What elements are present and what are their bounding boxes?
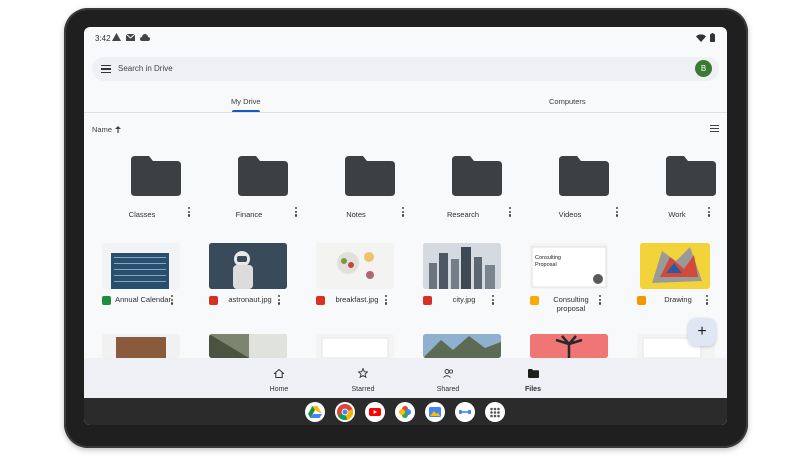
folder-name: Notes: [346, 210, 366, 219]
folder-tile[interactable]: Research: [423, 156, 523, 236]
active-tab-indicator: [232, 110, 260, 112]
more-options-icon[interactable]: [708, 207, 711, 217]
bottom-navigation: Home Starred Shared Files: [84, 358, 727, 398]
folder-name: Finance: [235, 210, 263, 219]
file-name: Consulting proposal: [553, 295, 589, 313]
more-options-icon[interactable]: [385, 295, 388, 305]
file-thumbnail: [530, 334, 608, 358]
more-options-icon[interactable]: [402, 207, 405, 217]
avatar[interactable]: B: [695, 60, 712, 77]
slides-icon: [530, 296, 539, 305]
file-thumbnail: [423, 334, 501, 358]
more-options-icon[interactable]: [188, 207, 191, 217]
file-thumbnail: [316, 243, 394, 289]
file-name: astronaut.jpg: [228, 295, 272, 304]
file-name: city.jpg: [452, 295, 476, 304]
home-icon: [273, 368, 285, 378]
folder-tile[interactable]: Notes: [316, 156, 416, 236]
battery-icon: [710, 33, 715, 42]
folder-tile[interactable]: Videos: [530, 156, 630, 236]
mail-icon: [126, 33, 135, 41]
more-options-icon[interactable]: [171, 295, 174, 305]
search-bar[interactable]: Search in Drive B: [92, 57, 719, 81]
file-name: breakfast.jpg: [335, 295, 379, 304]
file-tile[interactable]: Annual Calendar: [85, 243, 185, 333]
image-icon: [423, 296, 432, 305]
file-tile[interactable]: Consulting Proposal Consulting proposal: [513, 243, 613, 333]
image-icon: [316, 296, 325, 305]
more-options-icon[interactable]: [706, 295, 709, 305]
folder-icon: [666, 156, 716, 196]
nav-item-home[interactable]: Home: [249, 365, 309, 393]
file-thumbnail: [423, 243, 501, 289]
nav-item-shared[interactable]: Shared: [418, 365, 478, 393]
folder-tile[interactable]: Work: [637, 156, 727, 236]
file-tile[interactable]: astronaut.jpg: [192, 243, 292, 333]
nav-item-starred[interactable]: Starred: [333, 365, 393, 393]
folder-tile[interactable]: Finance: [209, 156, 309, 236]
status-notifications: [112, 33, 150, 41]
more-options-icon[interactable]: [492, 295, 495, 305]
folder-name: Classes: [128, 210, 156, 219]
app-launcher-icon[interactable]: [485, 402, 505, 422]
fitness-app-icon[interactable]: [455, 402, 475, 422]
image-icon: [209, 296, 218, 305]
thumbnail-title: Consulting Proposal: [535, 255, 561, 268]
more-options-icon[interactable]: [616, 207, 619, 217]
more-options-icon[interactable]: [278, 295, 281, 305]
drive-screen: 3:42 Search in Drive B My Drive Computer…: [84, 27, 727, 425]
folder-name: Research: [446, 210, 480, 219]
system-shelf: [84, 398, 727, 425]
file-thumbnail: [316, 334, 394, 358]
status-bar: 3:42: [84, 27, 727, 49]
folder-icon: [131, 156, 181, 196]
cloud-icon: [140, 33, 150, 41]
drive-tabs: My Drive Computers: [84, 91, 727, 113]
folder-name: Videos: [558, 210, 582, 219]
file-thumbnail: [209, 334, 287, 358]
arrow-up-icon: [115, 126, 122, 133]
list-view-icon[interactable]: [710, 125, 719, 132]
file-name: Drawing: [664, 295, 692, 304]
folder-icon: [452, 156, 502, 196]
sort-label: Name: [92, 125, 113, 134]
file-tile[interactable]: city.jpg: [406, 243, 506, 333]
folder-icon: [559, 156, 609, 196]
youtube-app-icon[interactable]: [365, 402, 385, 422]
nav-item-files[interactable]: Files: [503, 365, 563, 393]
file-thumbnail: [102, 243, 180, 289]
warning-icon: [112, 33, 121, 41]
file-thumbnail: Consulting Proposal: [530, 243, 608, 289]
search-input[interactable]: Search in Drive: [118, 64, 173, 73]
menu-icon[interactable]: [101, 65, 111, 74]
star-icon: [357, 367, 369, 379]
more-options-icon[interactable]: [295, 207, 298, 217]
shared-icon: [442, 369, 453, 378]
file-thumbnail: [102, 334, 180, 358]
chrome-app-icon[interactable]: [335, 402, 355, 422]
sort-control[interactable]: Name: [92, 125, 122, 134]
gallery-app-icon[interactable]: [425, 402, 445, 422]
more-options-icon[interactable]: [599, 295, 602, 305]
folder-name: Work: [668, 210, 686, 219]
status-time: 3:42: [95, 34, 111, 43]
status-system: [696, 33, 715, 42]
folder-tile[interactable]: Classes: [102, 156, 202, 236]
file-thumbnail: [209, 243, 287, 289]
drive-app-icon[interactable]: [305, 402, 325, 422]
photos-app-icon[interactable]: [395, 402, 415, 422]
folder-icon: [527, 369, 539, 378]
tab-my-drive[interactable]: My Drive: [231, 97, 261, 106]
folder-icon: [238, 156, 288, 196]
new-button[interactable]: +: [688, 318, 716, 346]
more-options-icon[interactable]: [509, 207, 512, 217]
drawing-icon: [637, 296, 646, 305]
wifi-icon: [696, 33, 706, 42]
tab-computers[interactable]: Computers: [549, 97, 586, 106]
file-thumbnail: [640, 243, 710, 289]
sheets-icon: [102, 296, 111, 305]
file-tile[interactable]: breakfast.jpg: [299, 243, 399, 333]
folder-icon: [345, 156, 395, 196]
file-name: Annual Calendar: [115, 295, 171, 304]
